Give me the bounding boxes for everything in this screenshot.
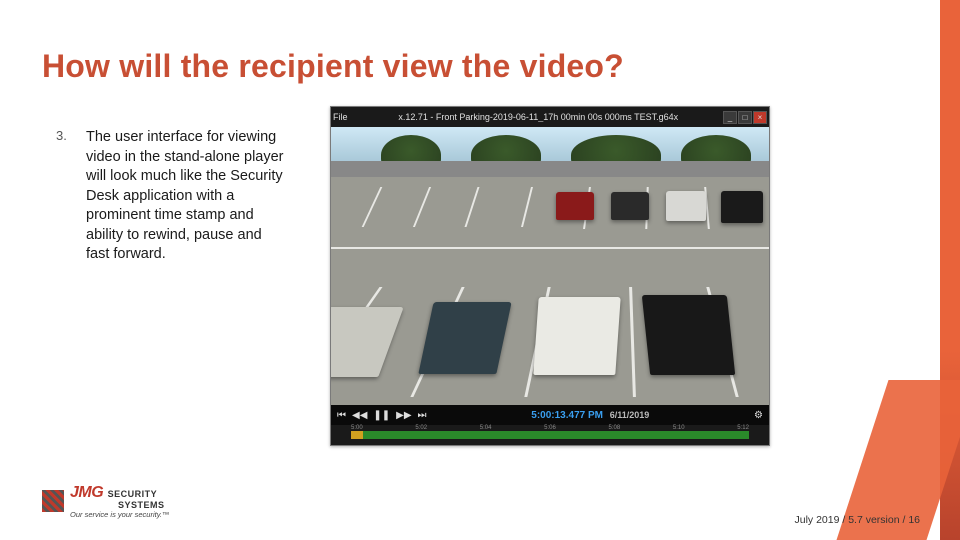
- scene-parking-lot: [331, 177, 769, 405]
- minimize-button[interactable]: _: [723, 111, 737, 124]
- scene-car: [642, 295, 735, 375]
- scene-car: [666, 191, 706, 221]
- rewind-button[interactable]: ◀◀: [352, 410, 367, 421]
- scene-car: [721, 191, 763, 223]
- list-number: 3.: [56, 128, 70, 265]
- window-buttons: _ □ ×: [723, 111, 767, 124]
- logo-text: JMG SECURITY SYSTEMS Our service is your…: [70, 485, 169, 519]
- timeline[interactable]: 5:00 5:02 5:04 5:06 5:08 5:10 5:12: [331, 425, 769, 445]
- scene-car: [611, 192, 649, 220]
- player-controls: ⏮ ◀◀ ❚❚ ▶▶ ⏭ 5:00:13.477 PM 6/11/2019 ⚙ …: [331, 405, 769, 445]
- playback-timestamp: 5:00:13.477 PM 6/11/2019: [433, 410, 748, 421]
- parking-line: [413, 187, 431, 227]
- list-text: The user interface for viewing video in …: [86, 128, 286, 265]
- settings-icon[interactable]: ⚙: [754, 410, 763, 421]
- parking-line: [629, 287, 636, 397]
- pause-button[interactable]: ❚❚: [373, 410, 390, 421]
- forward-button[interactable]: ▶▶: [396, 410, 411, 421]
- parking-line: [362, 187, 383, 227]
- window-titlebar: File x.12.71 - Front Parking-2019-06-11_…: [331, 107, 769, 127]
- window-title: x.12.71 - Front Parking-2019-06-11_17h 0…: [354, 112, 723, 122]
- slide: How will the recipient view the video? 3…: [0, 0, 960, 540]
- skip-forward-button[interactable]: ⏭: [418, 410, 427, 421]
- logo-line1: SECURITY: [108, 489, 158, 499]
- timestamp-time: 5:00:13.477 PM: [531, 410, 603, 421]
- file-menu[interactable]: File: [333, 112, 348, 122]
- scene-road: [331, 161, 769, 177]
- video-player-window: File x.12.71 - Front Parking-2019-06-11_…: [330, 106, 770, 446]
- parking-line: [465, 187, 480, 227]
- video-canvas: x.12.71 - Front Parking: [331, 127, 769, 405]
- logo-mark-icon: [42, 490, 64, 512]
- skip-back-button[interactable]: ⏮: [337, 410, 346, 421]
- logo-tagline: Our service is your security.™: [70, 511, 169, 519]
- logo-brand: JMG: [70, 484, 103, 501]
- parking-line: [521, 187, 533, 227]
- scene-car: [533, 297, 620, 375]
- slide-footer: July 2019 / 5.7 version / 16: [795, 514, 921, 526]
- body-content: 3. The user interface for viewing video …: [56, 128, 286, 265]
- close-button[interactable]: ×: [753, 111, 767, 124]
- control-buttons-row: ⏮ ◀◀ ❚❚ ▶▶ ⏭ 5:00:13.477 PM 6/11/2019 ⚙: [331, 405, 769, 425]
- scene-car: [556, 192, 594, 220]
- scene-car: [418, 302, 511, 374]
- maximize-button[interactable]: □: [738, 111, 752, 124]
- slide-title: How will the recipient view the video?: [42, 48, 624, 85]
- lane-line: [331, 247, 769, 249]
- logo-line2: SYSTEMS: [118, 501, 169, 510]
- company-logo: JMG SECURITY SYSTEMS Our service is your…: [42, 485, 169, 519]
- timeline-track: [351, 431, 749, 439]
- scene-car: [331, 307, 404, 377]
- timestamp-date: 6/11/2019: [610, 410, 650, 420]
